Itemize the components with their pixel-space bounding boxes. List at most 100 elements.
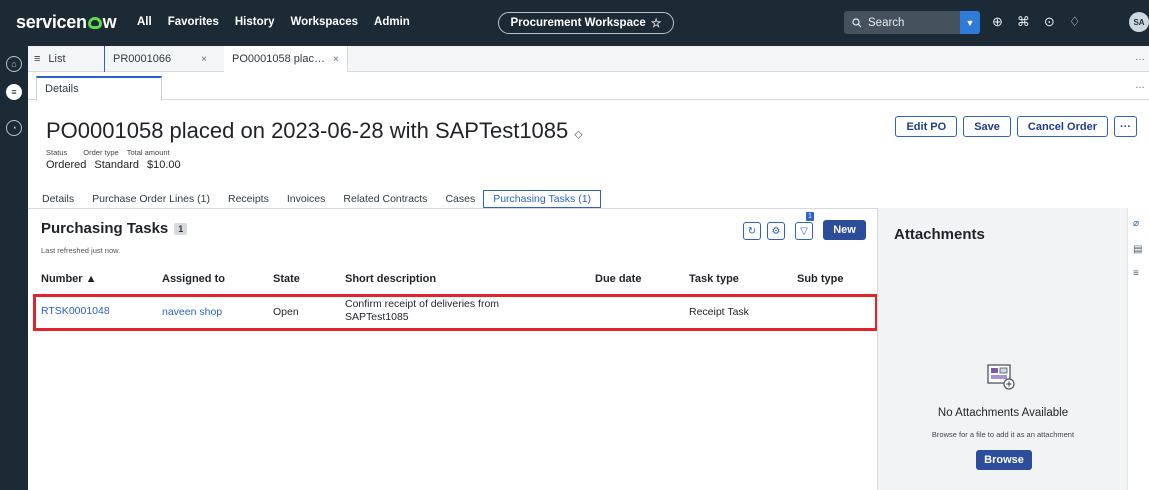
tab-cases[interactable]: Cases [445,193,475,205]
more-icon[interactable]: … [1135,80,1145,91]
no-attachments-text: No Attachments Available [937,407,1069,419]
top-nav-bar: servicen w All Favorites History Workspac… [0,0,1149,46]
nav-admin[interactable]: Admin [374,16,410,28]
column-header-short-description[interactable]: Short description [345,273,436,285]
search-scope-dropdown[interactable]: ▼ [960,11,980,34]
description-line-1: Confirm receipt of deliveries from [345,298,500,310]
column-header-sub-type[interactable]: Sub type [797,273,843,285]
main-nav: All Favorites History Workspaces Admin [137,16,410,28]
tab-purchase-order-lines[interactable]: Purchase Order Lines (1) [92,193,210,205]
state-cell: Open [273,306,299,318]
column-header-state[interactable]: State [273,273,300,285]
order-type-label: Order type [83,148,119,157]
nav-workspaces[interactable]: Workspaces [290,16,358,28]
more-actions-button[interactable]: ··· [1114,116,1137,137]
tab-po0001058[interactable]: PO0001058 plac… × [224,46,348,72]
cancel-order-button[interactable]: Cancel Order [1016,116,1108,137]
search-label: Search [868,16,905,29]
nav-all[interactable]: All [137,16,152,28]
tab-details[interactable]: Details [36,76,162,101]
help-icon[interactable]: ⊙ [1044,14,1055,30]
related-tabs: Details Purchase Order Lines (1) Receipt… [42,189,602,209]
dashboard-icon[interactable]: ◔ [6,120,22,136]
column-header-due-date[interactable]: Due date [595,273,641,285]
task-type-cell: Receipt Task [689,306,749,318]
avatar[interactable]: SA [1129,12,1149,32]
status-label: Status [46,148,68,157]
tab-list[interactable]: ≡ List [34,46,66,72]
description-line-2: SAPTest1085 [345,311,409,323]
home-icon[interactable]: ⌂ [6,56,22,72]
last-refreshed-text: Last refreshed just now. [41,246,121,255]
record-meta-labels: Status Order type Total amount [46,148,170,157]
page-title: PO0001058 placed on 2023-06-28 with SAPT… [46,118,583,144]
top-icons: ⊕ ⌘ ⊙ ♢ [992,14,1080,30]
list-icon[interactable]: ≡ [6,84,22,100]
tab-label: PR0001066 [113,53,172,65]
save-button[interactable]: Save [963,116,1011,137]
workspace-selector[interactable]: Procurement Workspace ☆ [498,12,674,34]
bell-icon[interactable]: ♢ [1069,14,1081,30]
edit-po-button[interactable]: Edit PO [895,116,958,137]
tab-list-label: List [48,53,66,65]
new-button[interactable]: New [823,220,866,240]
star-icon[interactable]: ☆ [651,16,662,30]
chevron-down-icon: ▼ [965,17,975,28]
search-icon [852,17,862,27]
tag-icon[interactable]: ⬦ [574,127,582,141]
nav-favorites[interactable]: Favorites [168,16,219,28]
chat-icon[interactable]: ⌘ [1017,14,1030,30]
side-rail: ⌀ ▤ ≡ [1127,208,1149,490]
browse-button[interactable]: Browse [976,450,1032,470]
list-icon[interactable]: ≡ [1133,268,1145,280]
settings-button[interactable]: ⚙ [767,222,785,240]
tab-pr0001066[interactable]: PR0001066 × [104,46,207,72]
close-icon[interactable]: × [201,54,207,65]
attachments-hint: Browse for a file to add it as an attach… [931,430,1075,439]
global-search-input[interactable]: Search [844,11,960,34]
paperclip-icon[interactable]: ⌀ [1133,218,1145,230]
list-title: Purchasing Tasks 1 [41,220,188,237]
record-title: PO0001058 placed on 2023-06-28 with SAPT… [46,118,569,143]
filter-count-badge: 1 [806,212,814,221]
attachments-title: Attachments [894,226,985,243]
tab-receipts[interactable]: Receipts [228,193,269,205]
status-value: Ordered [46,159,87,171]
servicenow-logo[interactable]: servicen w [16,12,117,33]
record-tabs-bar: ≡ List PR0001066 × PO0001058 plac… × … [28,46,1149,72]
filter-button[interactable]: ▽ [795,222,813,240]
record-actions: Edit PO Save Cancel Order ··· [895,116,1137,137]
gear-icon: ⚙ [771,225,781,237]
assigned-to-link[interactable]: naveen shop [162,306,222,318]
total-amount-label: Total amount [126,148,170,157]
filter-icon: ▽ [800,225,808,237]
column-header-task-type[interactable]: Task type [689,273,739,285]
globe-icon[interactable]: ⊕ [992,14,1003,30]
workspace-name: Procurement Workspace [510,17,646,29]
menu-icon: ≡ [34,53,41,65]
column-header-number[interactable]: Number ▲ [41,273,97,285]
more-tabs-icon[interactable]: … [1135,52,1145,63]
nav-history[interactable]: History [235,16,275,28]
tab-related-contracts[interactable]: Related Contracts [343,193,427,205]
left-rail: ⌂ ≡ ◔ [0,46,28,490]
column-header-assigned-to[interactable]: Assigned to [162,273,225,285]
sub-tab-bar: Details … [28,72,1149,101]
list-title-text: Purchasing Tasks [41,220,169,237]
record-meta-values: Ordered Standard $10.00 [46,159,181,171]
tab-purchasing-tasks[interactable]: Purchasing Tasks (1) [483,189,602,209]
tab-details-related[interactable]: Details [42,193,74,205]
task-number-link[interactable]: RTSK0001048 [41,305,110,317]
tab-invoices[interactable]: Invoices [287,193,326,205]
document-icon[interactable]: ▤ [1133,244,1145,256]
total-amount-value: $10.00 [147,159,181,171]
attachments-panel: Attachments No Attachments Available Bro… [877,208,1127,490]
refresh-button[interactable]: ↻ [743,222,761,240]
close-icon[interactable]: × [333,54,339,65]
count-badge: 1 [174,222,188,235]
refresh-icon: ↻ [747,225,757,237]
short-description-cell: Confirm receipt of deliveries from SAPTe… [345,298,499,324]
tab-label: PO0001058 plac… [232,53,325,65]
attachment-empty-icon [987,364,1015,390]
order-type-value: Standard [94,159,140,171]
